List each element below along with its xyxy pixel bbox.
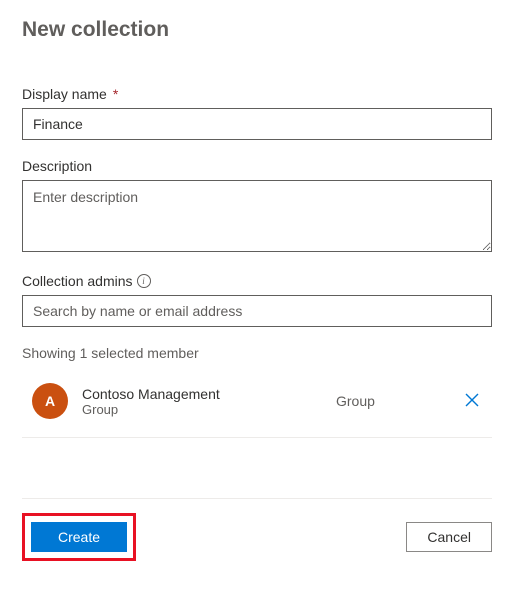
collection-admins-label: Collection admins i [22, 273, 492, 289]
member-row: A Contoso Management Group Group [22, 375, 492, 438]
description-input[interactable] [22, 180, 492, 252]
members-status: Showing 1 selected member [22, 345, 492, 361]
description-label: Description [22, 158, 492, 174]
info-icon[interactable]: i [137, 274, 151, 288]
footer-separator [22, 498, 492, 499]
close-icon [465, 393, 479, 407]
create-highlight: Create [22, 513, 136, 561]
page-title: New collection [22, 18, 492, 42]
create-button[interactable]: Create [31, 522, 127, 552]
footer: Create Cancel [22, 513, 492, 561]
collection-admins-label-text: Collection admins [22, 273, 133, 289]
member-info: Contoso Management Group [82, 386, 336, 417]
display-name-input[interactable] [22, 108, 492, 140]
member-subtext: Group [82, 402, 336, 417]
required-asterisk: * [113, 86, 118, 102]
collection-admins-input[interactable] [22, 295, 492, 327]
field-display-name: Display name * [22, 86, 492, 140]
field-collection-admins: Collection admins i [22, 273, 492, 327]
cancel-button[interactable]: Cancel [406, 522, 492, 552]
member-type: Group [336, 393, 456, 409]
remove-member-button[interactable] [456, 393, 488, 410]
display-name-label: Display name * [22, 86, 492, 102]
member-name: Contoso Management [82, 386, 336, 402]
field-description: Description [22, 158, 492, 255]
display-name-label-text: Display name [22, 86, 107, 102]
avatar: A [32, 383, 68, 419]
